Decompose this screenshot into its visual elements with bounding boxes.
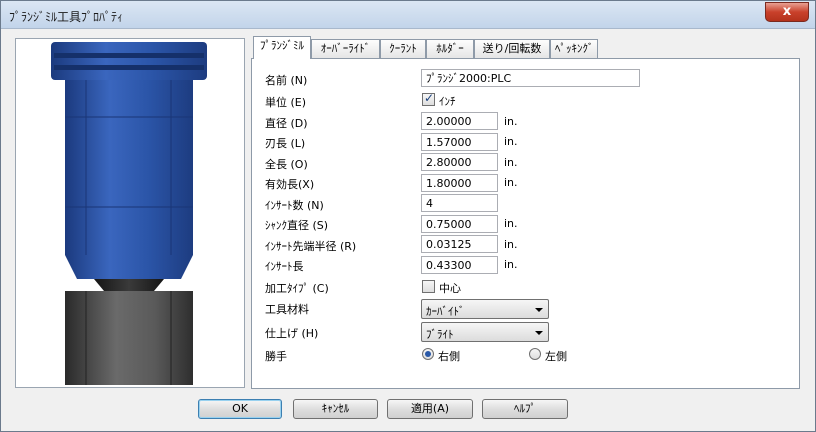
tab-feed-speed[interactable]: 送り/回転数 [474,39,550,59]
shank-diameter-unit: in. [504,217,518,230]
tab-pecking[interactable]: ﾍﾟｯｷﾝｸﾞ [550,39,598,59]
overall-length-unit: in. [504,156,518,169]
diameter-unit: in. [504,115,518,128]
left-hand-radio[interactable] [529,348,541,360]
title-bar: ﾌﾟﾗﾝｼﾞﾐﾙ工具ﾌﾟﾛﾊﾟﾃｨ x [1,1,815,29]
inch-checkbox[interactable]: ✓ [422,91,435,106]
corner-radius-unit: in. [504,238,518,251]
insert-count-field[interactable] [421,194,498,212]
name-field[interactable] [421,69,640,87]
insert-count-label: ｲﾝｻｰﾄ数 (N) [265,199,324,212]
chevron-down-icon [535,331,543,335]
diameter-label: 直径 (D) [265,117,308,130]
name-label: 名前 (N) [265,74,308,87]
cut-type-label: 加工ﾀｲﾌﾟ (C) [265,282,329,295]
overall-length-label: 全長 (O) [265,158,308,171]
finish-value: ﾌﾞﾗｲﾄ [426,328,454,341]
tool-properties-dialog: ﾌﾟﾗﾝｼﾞﾐﾙ工具ﾌﾟﾛﾊﾟﾃｨ x ﾌﾟﾗﾝｼﾞﾐﾙ ｵｰﾊﾞｰﾗｲﾄﾞ ｸ… [0,0,816,432]
inch-checkbox-label: ｲﾝﾁ [439,95,456,108]
tool-taper [65,255,193,279]
right-hand-radio[interactable] [422,348,434,360]
chevron-down-icon [535,308,543,312]
tab-override[interactable]: ｵｰﾊﾞｰﾗｲﾄﾞ [311,39,380,59]
tool-holder [65,291,193,385]
cancel-button[interactable]: ｷｬﾝｾﾙ [293,399,378,419]
shank-diameter-field[interactable] [421,215,498,233]
center-cut-checkbox[interactable] [422,280,435,293]
tab-holder[interactable]: ﾎﾙﾀﾞｰ [426,39,474,59]
effective-length-field[interactable] [421,174,498,192]
right-hand-label: 右側 [438,350,460,363]
ok-button[interactable]: OK [198,399,282,419]
window-title: ﾌﾟﾗﾝｼﾞﾐﾙ工具ﾌﾟﾛﾊﾟﾃｨ [9,10,124,24]
tool-neck [94,279,164,291]
material-label: 工具材料 [265,303,309,316]
tool-preview [15,38,245,388]
flute-length-unit: in. [504,135,518,148]
insert-length-field[interactable] [421,256,498,274]
effective-length-unit: in. [504,176,518,189]
center-cut-label: 中心 [439,282,461,295]
finish-dropdown[interactable]: ﾌﾞﾗｲﾄ [421,322,549,342]
material-value: ｶｰﾊﾞｲﾄﾞ [426,305,465,318]
insert-length-unit: in. [504,258,518,271]
insert-length-label: ｲﾝｻｰﾄ長 [265,260,304,273]
shank-diameter-label: ｼｬﾝｸ直径 (S) [265,219,329,232]
corner-radius-field[interactable] [421,235,498,253]
unit-label: 単位 (E) [265,96,307,109]
close-button[interactable]: x [765,2,809,22]
tool-body [65,80,193,255]
left-hand-label: 左側 [545,350,567,363]
tab-coolant[interactable]: ｸｰﾗﾝﾄ [380,39,426,59]
effective-length-label: 有効長(X) [265,178,315,191]
flute-length-field[interactable] [421,133,498,151]
apply-button[interactable]: 適用(A) [387,399,473,419]
material-dropdown[interactable]: ｶｰﾊﾞｲﾄﾞ [421,299,549,319]
tool-flange [51,42,207,80]
corner-radius-label: ｲﾝｻｰﾄ先端半径 (R) [265,240,357,253]
help-button[interactable]: ﾍﾙﾌﾟ [482,399,568,419]
tab-plunge-mill[interactable]: ﾌﾟﾗﾝｼﾞﾐﾙ [253,36,311,59]
plunge-mill-illustration [51,42,207,385]
finish-label: 仕上げ (H) [265,327,319,340]
diameter-field[interactable] [421,112,498,130]
overall-length-field[interactable] [421,153,498,171]
flute-length-label: 刃長 (L) [265,137,306,150]
hand-label: 勝手 [265,350,287,363]
